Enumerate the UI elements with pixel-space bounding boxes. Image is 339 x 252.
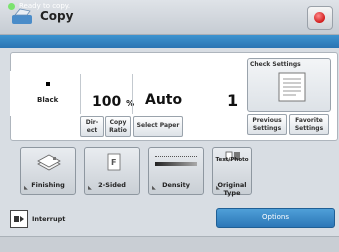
bottom-bar: [0, 236, 339, 252]
finishing-label: Finishing: [31, 181, 65, 189]
status-bar: [0, 35, 339, 48]
copy-app-icon: [12, 8, 32, 24]
corner-arrow-icon: ◣: [152, 185, 156, 191]
options-button[interactable]: Options: [216, 208, 335, 228]
two-sided-icon: F: [107, 153, 121, 171]
original-type-button[interactable]: Original Type ◣: [212, 147, 252, 197]
density-button[interactable]: Density ◣: [148, 147, 204, 195]
interrupt-icon: [14, 216, 24, 222]
check-settings-doc-icon: [278, 72, 306, 102]
density-label: Density: [162, 181, 190, 189]
color-mode-label: Black: [37, 96, 59, 104]
copy-ratio-value: 100 %: [92, 94, 135, 110]
paper-value: Auto: [145, 92, 183, 108]
corner-arrow-icon: ◣: [24, 185, 28, 191]
density-icon: [155, 162, 197, 166]
options-label: Options: [261, 213, 289, 221]
interrupt-button[interactable]: [10, 210, 28, 228]
check-settings-label: Check Settings: [250, 61, 301, 68]
copies-count: 1: [227, 91, 239, 110]
corner-arrow-icon: ◣: [88, 185, 92, 191]
app-title: Copy: [40, 9, 74, 23]
original-type-value: Text/Photo: [215, 157, 249, 163]
finishing-button[interactable]: Finishing ◣: [20, 147, 76, 195]
divider: [80, 74, 81, 114]
density-scale-icon: [155, 156, 197, 159]
interrupt-label: Interrupt: [32, 215, 66, 223]
direct-button[interactable]: Dir-ect: [80, 116, 104, 137]
home-icon: [314, 12, 325, 23]
two-sided-label: 2-Sided: [98, 181, 126, 189]
finishing-icon: [37, 154, 61, 171]
color-mode-icon: [46, 82, 50, 86]
copy-ratio-button[interactable]: Copy Ratio: [105, 116, 131, 137]
select-paper-button[interactable]: Select Paper: [133, 116, 183, 137]
previous-settings-button[interactable]: Previous Settings: [247, 114, 287, 135]
divider: [132, 74, 133, 114]
favorite-settings-button[interactable]: Favorite Settings: [289, 114, 329, 135]
two-sided-button[interactable]: F 2-Sided ◣: [84, 147, 140, 195]
status-text: Ready to copy.: [19, 2, 71, 10]
svg-text:F: F: [111, 158, 116, 167]
corner-arrow-icon: ◣: [216, 185, 220, 191]
home-button[interactable]: [307, 6, 333, 30]
ready-indicator-icon: [8, 3, 15, 10]
